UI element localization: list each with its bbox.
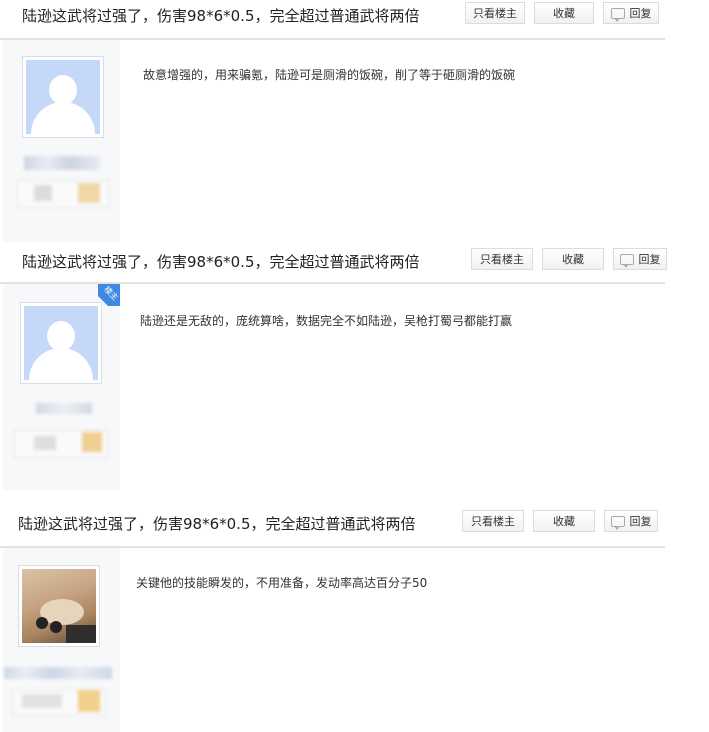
badge-blur <box>82 432 102 452</box>
badge-blur <box>34 436 56 450</box>
post-content: 故意增强的，用来骗氪，陆逊可是厕滑的饭碗，削了等于砸厕滑的饭碗 <box>143 68 516 82</box>
thread-title: 陆逊这武将过强了，伤害98*6*0.5，完全超过普通武将两倍 <box>18 515 416 533</box>
username-blurred[interactable] <box>4 667 112 679</box>
only-op-button[interactable]: 只看楼主 <box>462 510 524 532</box>
thread-header: 陆逊这武将过强了，伤害98*6*0.5，完全超过普通武将两倍 只看楼主 收藏 回… <box>0 2 665 32</box>
only-op-button[interactable]: 只看楼主 <box>471 248 533 270</box>
default-avatar-icon <box>26 60 100 134</box>
thread-title: 陆逊这武将过强了，伤害98*6*0.5，完全超过普通武将两倍 <box>22 253 420 271</box>
favorite-button[interactable]: 收藏 <box>534 2 594 24</box>
avatar[interactable] <box>22 56 104 138</box>
username-blurred[interactable] <box>24 156 100 170</box>
default-avatar-icon <box>24 306 98 380</box>
thread-header: 陆逊这武将过强了，伤害98*6*0.5，完全超过普通武将两倍 只看楼主 收藏 回… <box>0 248 667 278</box>
reply-button[interactable]: 回复 <box>604 510 658 532</box>
thread-title: 陆逊这武将过强了，伤害98*6*0.5，完全超过普通武将两倍 <box>22 7 420 25</box>
favorite-button[interactable]: 收藏 <box>533 510 595 532</box>
reply-button[interactable]: 回复 <box>613 248 667 270</box>
badge-blur <box>22 694 62 708</box>
reply-icon <box>610 7 625 22</box>
avatar[interactable] <box>18 565 100 647</box>
username-blurred[interactable] <box>36 403 92 414</box>
reply-icon <box>610 515 625 530</box>
reply-icon <box>619 253 634 268</box>
avatar[interactable] <box>20 302 102 384</box>
post-content: 关键他的技能瞬发的，不用准备，发动率高达百分子50 <box>136 576 428 590</box>
only-op-button[interactable]: 只看楼主 <box>465 2 525 24</box>
post-content: 陆逊还是无敌的，庞统算啥，数据完全不如陆逊，吴枪打蜀弓都能打赢 <box>140 314 513 328</box>
badge-blur <box>34 185 52 201</box>
badge-blur <box>78 183 100 203</box>
reply-button[interactable]: 回复 <box>603 2 659 24</box>
favorite-button[interactable]: 收藏 <box>542 248 604 270</box>
photo-avatar-icon <box>22 569 96 643</box>
badge-blur <box>78 690 100 712</box>
thread-header: 陆逊这武将过强了，伤害98*6*0.5，完全超过普通武将两倍 只看楼主 收藏 回… <box>0 510 665 540</box>
